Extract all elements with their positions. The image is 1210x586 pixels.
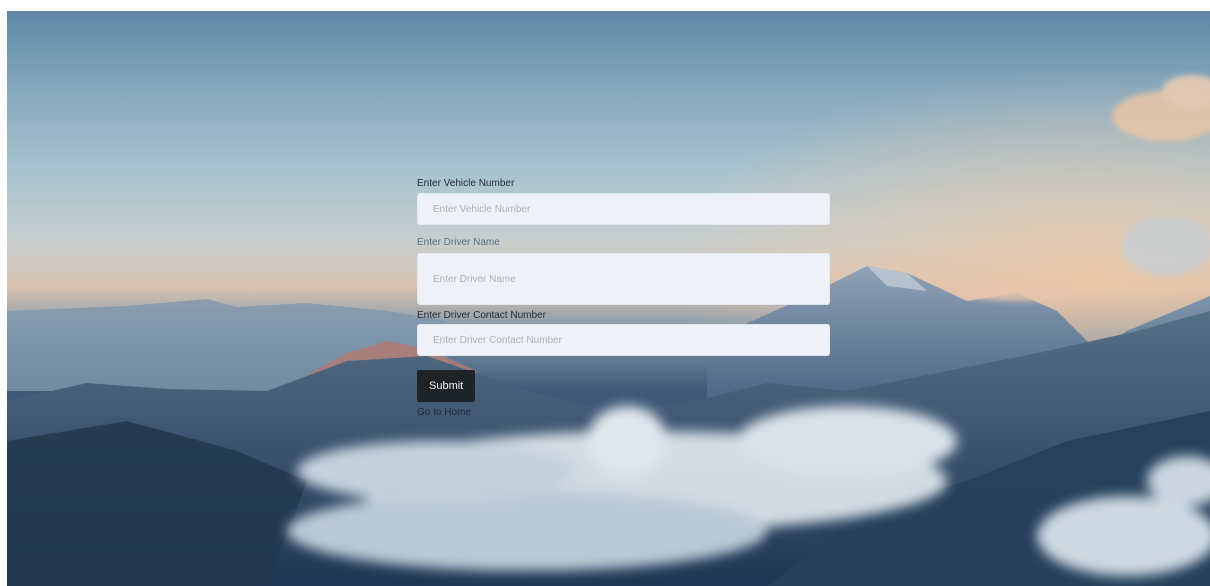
vehicle-entry-form: Enter Vehicle Number Enter Driver Name E… bbox=[417, 178, 830, 420]
go-to-home-link[interactable]: Go to Home bbox=[417, 407, 471, 418]
vehicle-number-label: Enter Vehicle Number bbox=[417, 178, 515, 189]
driver-contact-input[interactable] bbox=[417, 324, 830, 356]
submit-button[interactable]: Submit bbox=[417, 370, 476, 402]
driver-name-label: Enter Driver Name bbox=[417, 237, 500, 248]
driver-name-input[interactable] bbox=[417, 253, 830, 305]
vehicle-number-input[interactable] bbox=[417, 193, 830, 225]
driver-contact-label: Enter Driver Contact Number bbox=[417, 310, 546, 321]
